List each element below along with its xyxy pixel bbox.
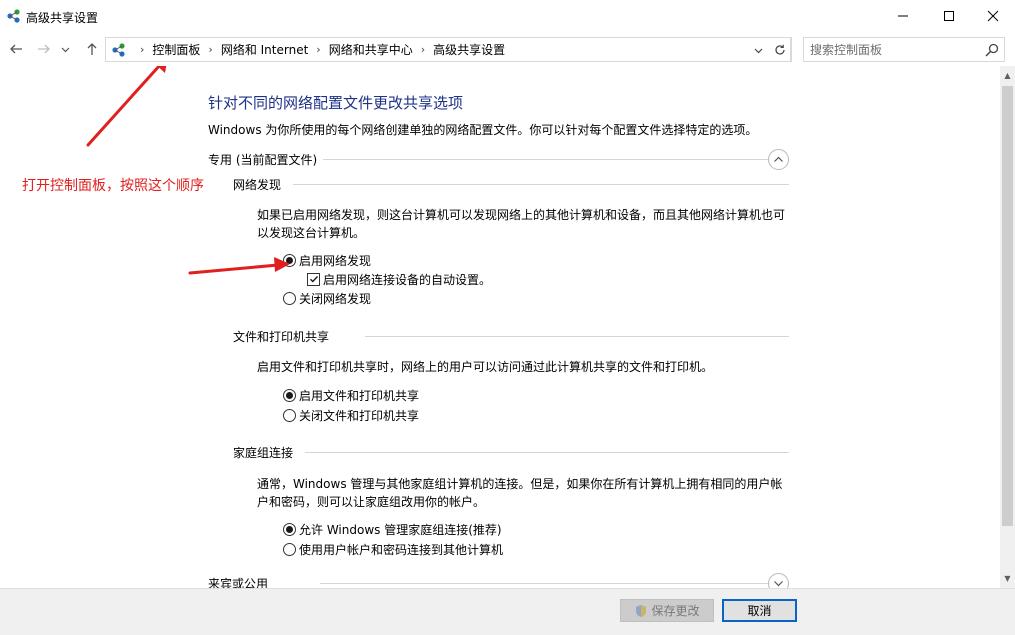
maximize-icon	[944, 11, 954, 21]
search-input[interactable]	[810, 41, 980, 58]
close-icon	[987, 10, 999, 22]
breadcrumb-network-internet[interactable]: 网络和 Internet	[221, 41, 308, 58]
annotation-text: 打开控制面板，按照这个顺序	[22, 178, 204, 194]
arrow-to-breadcrumb	[86, 66, 167, 147]
search-icon[interactable]	[984, 42, 1000, 58]
scroll-down-button[interactable]: ▼	[1000, 571, 1015, 586]
file-print-heading: 文件和打印机共享	[233, 328, 338, 345]
chevron-up-icon	[774, 156, 783, 162]
scrollbar-thumb[interactable]	[1002, 86, 1013, 526]
network-sharing-icon	[7, 9, 20, 23]
minimize-icon	[898, 15, 908, 17]
minimize-button[interactable]	[880, 0, 926, 32]
main-content: 针对不同的网络配置文件更改共享选项 Windows 为你所使用的每个网络创建单独…	[0, 66, 1000, 588]
arrow-right-icon	[38, 44, 50, 54]
chevron-down-icon	[774, 581, 783, 587]
navigation-bar: › 控制面板 › 网络和 Internet › 网络和共享中心 › 高级共享设置	[0, 32, 1015, 66]
file-print-header: 文件和打印机共享	[233, 328, 789, 345]
title-bar: 高级共享设置	[0, 0, 1015, 32]
maximize-button[interactable]	[926, 0, 972, 32]
breadcrumb-control-panel[interactable]: 控制面板	[152, 41, 200, 58]
cancel-label: 取消	[747, 604, 772, 618]
uac-shield-icon	[636, 604, 647, 617]
chevron-right-icon[interactable]: ›	[316, 43, 320, 56]
search-box[interactable]	[803, 37, 1005, 62]
discovery-auto-option[interactable]: 启用网络连接设备的自动设置。	[307, 270, 491, 288]
footer-bar: 保存更改 取消	[0, 588, 1015, 635]
discovery-auto-checkbox[interactable]	[307, 272, 320, 286]
divider	[320, 159, 770, 160]
file-print-off-label[interactable]: 关闭文件和打印机共享	[299, 407, 419, 424]
forward-button[interactable]	[33, 38, 55, 60]
page-intro: Windows 为你所使用的每个网络创建单独的网络配置文件。你可以针对每个配置文…	[208, 123, 758, 137]
homegroup-heading: 家庭组连接	[233, 444, 302, 461]
divider	[293, 184, 789, 185]
homegroup-description: 通常，Windows 管理与其他家庭组计算机的连接。但是，如果你在所有计算机上拥…	[257, 477, 783, 509]
arrow-up-icon	[87, 43, 97, 55]
breadcrumb-network-sharing-center[interactable]: 网络和共享中心	[329, 41, 413, 58]
back-button[interactable]	[5, 38, 27, 60]
address-dropdown-button[interactable]	[750, 42, 766, 58]
vertical-scrollbar[interactable]: ▲ ▼	[1000, 66, 1015, 588]
window-title: 高级共享设置	[26, 11, 99, 25]
file-print-off-radio[interactable]	[283, 408, 296, 422]
refresh-button[interactable]	[769, 37, 791, 62]
file-print-on-label[interactable]: 启用文件和打印机共享	[299, 387, 419, 404]
divider	[320, 583, 770, 584]
network-discovery-description: 如果已启用网络发现，则这台计算机可以发现网络上的其他计算机和设备，而且其他网络计…	[257, 208, 786, 240]
refresh-icon	[774, 44, 785, 55]
discovery-off-radio[interactable]	[283, 291, 296, 305]
breadcrumb-advanced-sharing[interactable]: 高级共享设置	[433, 41, 505, 58]
file-print-on-option[interactable]: 启用文件和打印机共享	[283, 386, 419, 404]
expand-button[interactable]	[768, 573, 789, 588]
triangle-down-icon: ▼	[1004, 574, 1011, 583]
homegroup-allow-label[interactable]: 允许 Windows 管理家庭组连接(推荐)	[299, 521, 502, 538]
discovery-auto-label[interactable]: 启用网络连接设备的自动设置。	[323, 271, 491, 288]
checkmark-icon	[309, 276, 318, 283]
discovery-on-radio[interactable]	[283, 253, 296, 267]
profile-guest-header[interactable]: 来宾或公用	[208, 573, 789, 588]
file-print-description: 启用文件和打印机共享时，网络上的用户可以访问通过此计算机共享的文件和打印机。	[257, 360, 714, 374]
close-button[interactable]	[970, 0, 1015, 32]
chevron-right-icon[interactable]: ›	[140, 43, 144, 56]
up-button[interactable]	[81, 38, 103, 60]
page-title: 针对不同的网络配置文件更改共享选项	[208, 94, 464, 112]
homegroup-user-label[interactable]: 使用用户帐户和密码连接到其他计算机	[299, 541, 503, 558]
network-discovery-header: 网络发现	[233, 176, 789, 193]
discovery-off-option[interactable]: 关闭网络发现	[283, 289, 371, 307]
arrow-left-icon	[10, 44, 22, 54]
breadcrumb: › 控制面板 › 网络和 Internet › 网络和共享中心 › 高级共享设置	[132, 38, 505, 61]
address-bar[interactable]: › 控制面板 › 网络和 Internet › 网络和共享中心 › 高级共享设置	[105, 37, 792, 62]
homegroup-allow-option[interactable]: 允许 Windows 管理家庭组连接(推荐)	[283, 520, 502, 538]
save-changes-label: 保存更改	[651, 604, 700, 618]
chevron-down-icon	[61, 47, 69, 52]
discovery-off-label[interactable]: 关闭网络发现	[299, 290, 371, 307]
file-print-on-radio[interactable]	[283, 388, 296, 402]
scroll-up-button[interactable]: ▲	[1000, 68, 1015, 83]
divider	[365, 336, 789, 337]
cancel-button[interactable]: 取消	[722, 599, 797, 622]
chevron-right-icon[interactable]: ›	[421, 43, 425, 56]
recent-locations-button[interactable]	[58, 38, 72, 60]
homegroup-user-option[interactable]: 使用用户帐户和密码连接到其他计算机	[283, 540, 503, 558]
chevron-right-icon[interactable]: ›	[208, 43, 212, 56]
file-print-off-option[interactable]: 关闭文件和打印机共享	[283, 406, 419, 424]
control-panel-icon	[112, 43, 125, 57]
profile-private-label: 专用 (当前配置文件)	[208, 151, 324, 168]
save-changes-button[interactable]: 保存更改	[620, 599, 714, 622]
homegroup-header: 家庭组连接	[233, 444, 789, 461]
discovery-on-label[interactable]: 启用网络发现	[299, 252, 371, 269]
profile-guest-label: 来宾或公用	[208, 575, 275, 588]
arrow-to-discovery-option	[188, 257, 290, 275]
homegroup-user-radio[interactable]	[283, 542, 296, 556]
profile-private-header[interactable]: 专用 (当前配置文件)	[208, 149, 789, 170]
chevron-down-icon	[754, 48, 762, 53]
homegroup-allow-radio[interactable]	[283, 522, 296, 536]
divider	[305, 452, 789, 453]
network-discovery-heading: 网络发现	[233, 176, 290, 193]
triangle-up-icon: ▲	[1004, 71, 1011, 80]
discovery-on-option[interactable]: 启用网络发现	[283, 251, 371, 269]
collapse-button[interactable]	[768, 149, 789, 170]
